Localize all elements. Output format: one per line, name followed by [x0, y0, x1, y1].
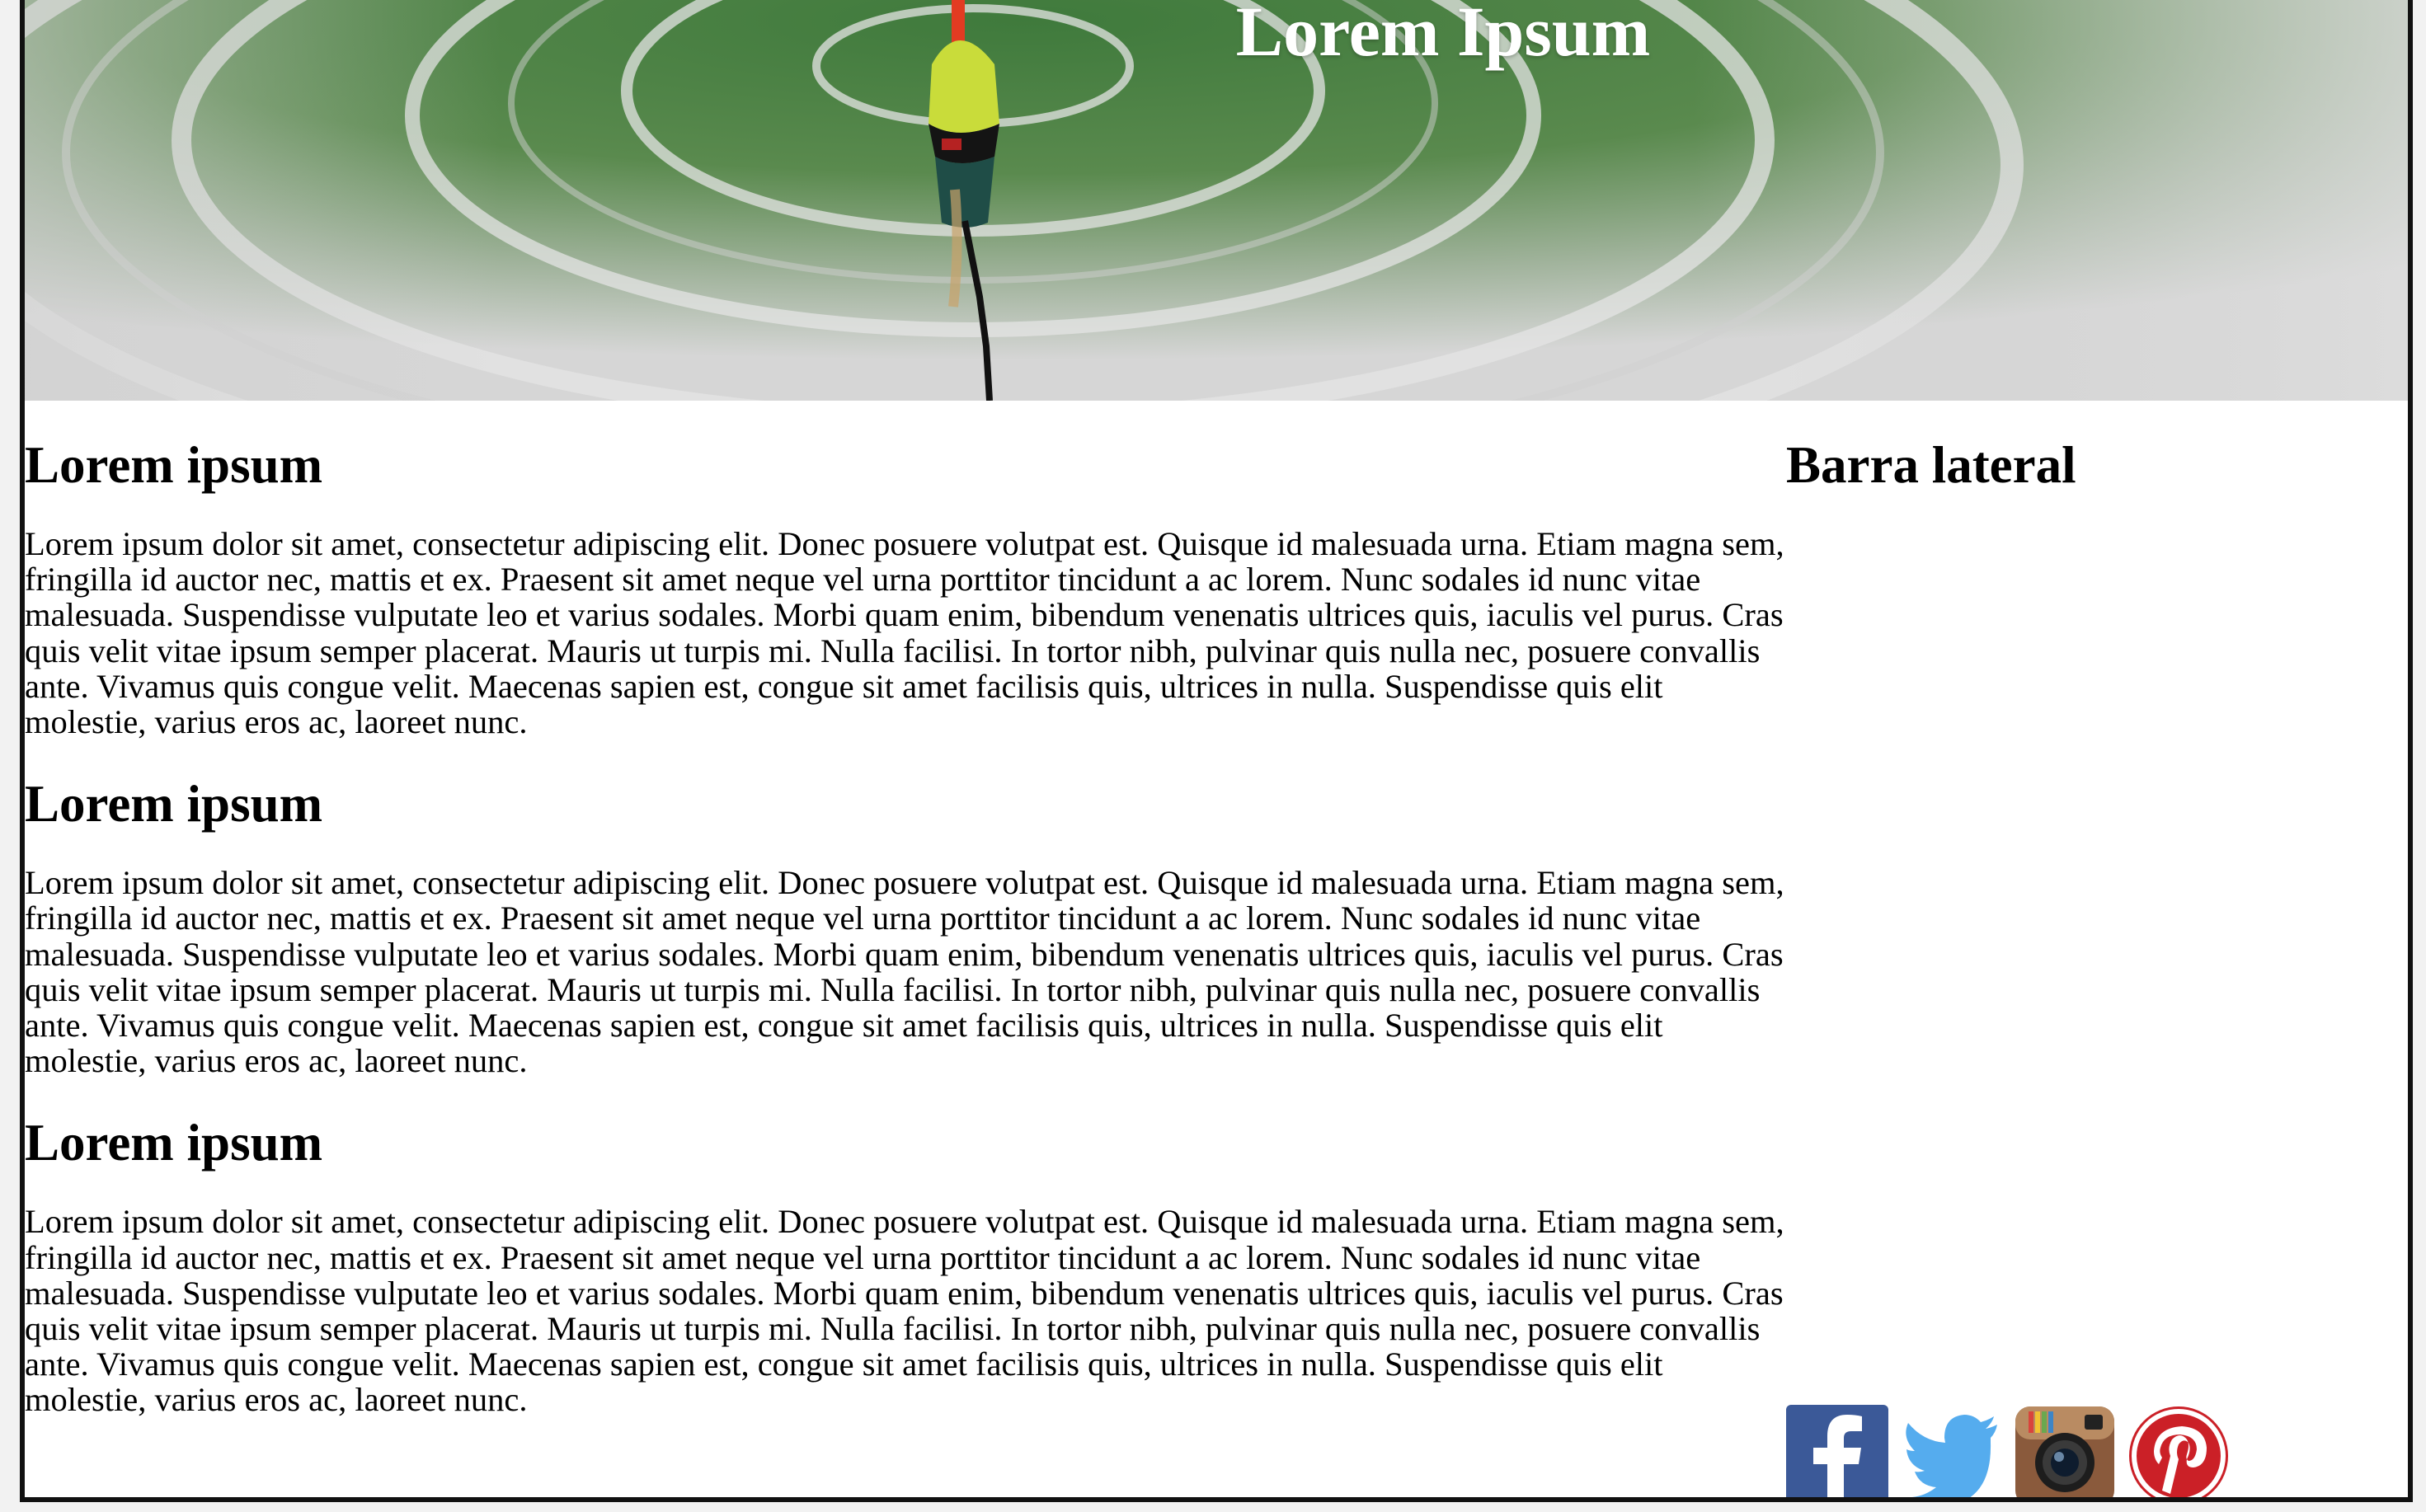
- facebook-icon: [1786, 1405, 1888, 1497]
- instagram-icon: [2015, 1406, 2114, 1497]
- twitter-link[interactable]: [1900, 1405, 2002, 1497]
- page-frame: Lorem Ipsum Lorem ipsum Lorem ipsum dolo…: [20, 0, 2413, 1502]
- facebook-link[interactable]: [1786, 1405, 1888, 1497]
- section-heading: Lorem ipsum: [25, 775, 323, 833]
- pinterest-link[interactable]: [2127, 1405, 2230, 1497]
- header-banner: Lorem Ipsum: [25, 0, 2408, 401]
- main-content: Lorem ipsum Lorem ipsum dolor sit amet, …: [25, 401, 1789, 1418]
- section-paragraph: Lorem ipsum dolor sit amet, consectetur …: [25, 864, 1784, 1080]
- section-heading: Lorem ipsum: [25, 1114, 323, 1172]
- twitter-icon: [1903, 1415, 1997, 1497]
- sidebar-heading: Barra lateral: [1786, 436, 2076, 494]
- content-section: Lorem ipsum Lorem ipsum dolor sit amet, …: [25, 740, 1789, 1078]
- site-title: Lorem Ipsum: [1235, 0, 1651, 71]
- content-section: Lorem ipsum Lorem ipsum dolor sit amet, …: [25, 1078, 1789, 1417]
- section-heading: Lorem ipsum: [25, 436, 323, 494]
- content-section: Lorem ipsum Lorem ipsum dolor sit amet, …: [25, 401, 1789, 740]
- sidebar: Barra lateral: [1786, 401, 2396, 1497]
- social-links: [1786, 1405, 2230, 1497]
- section-paragraph: Lorem ipsum dolor sit amet, consectetur …: [25, 1203, 1784, 1419]
- instagram-link[interactable]: [2014, 1405, 2116, 1497]
- section-paragraph: Lorem ipsum dolor sit amet, consectetur …: [25, 525, 1784, 741]
- pinterest-icon: [2129, 1406, 2228, 1497]
